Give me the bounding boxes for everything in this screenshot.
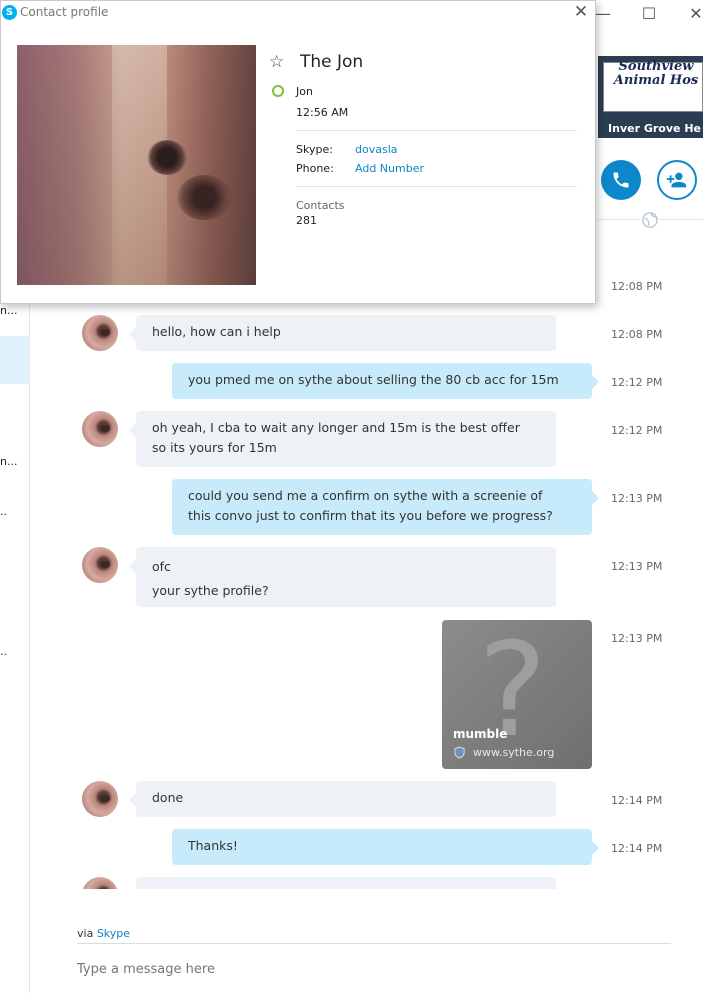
message-timestamp: 12:12 PM bbox=[611, 376, 663, 389]
sidebar-truncated-text[interactable]: n... bbox=[0, 455, 17, 468]
message-text: done bbox=[152, 790, 184, 805]
message-timestamp: 12:13 PM bbox=[611, 492, 663, 505]
outgoing-message[interactable]: could you send me a confirm on sythe wit… bbox=[172, 479, 599, 535]
popup-titlebar[interactable]: S Contact profile ✕ bbox=[1, 1, 595, 25]
contact-display-name: The Jon bbox=[300, 52, 364, 72]
add-number-link[interactable]: Add Number bbox=[355, 162, 424, 175]
outgoing-message[interactable]: you pmed me on sythe about selling the 8… bbox=[172, 363, 599, 399]
skype-id-value[interactable]: dovasla bbox=[355, 143, 398, 156]
close-icon[interactable]: ✕ bbox=[686, 4, 703, 23]
contacts-count[interactable]: 281 bbox=[296, 214, 317, 227]
add-person-icon bbox=[666, 172, 687, 188]
incoming-message-partial[interactable] bbox=[136, 877, 556, 889]
phone-icon bbox=[613, 172, 629, 188]
message-text: ofc bbox=[152, 559, 171, 574]
message-text: hello, how can i help bbox=[152, 324, 281, 339]
question-mark-placeholder-icon: ? bbox=[478, 620, 547, 766]
sidebar-truncated-text[interactable]: n... bbox=[0, 304, 17, 317]
contact-avatar[interactable] bbox=[82, 547, 118, 583]
message-text: oh yeah, I cba to wait any longer and 15… bbox=[152, 420, 520, 455]
message-text: could you send me a confirm on sythe wit… bbox=[188, 488, 553, 523]
ad-title: Southview Animal Hos bbox=[613, 59, 699, 88]
phone-label: Phone: bbox=[296, 162, 334, 175]
via-text: via bbox=[77, 927, 94, 940]
shield-icon bbox=[454, 746, 465, 759]
skype-label: Skype: bbox=[296, 143, 333, 156]
maximize-icon[interactable]: ☐ bbox=[639, 4, 659, 23]
contact-avatar[interactable] bbox=[82, 411, 118, 447]
message-timestamp: 12:08 PM bbox=[611, 280, 663, 293]
message-timestamp: 12:13 PM bbox=[611, 632, 663, 645]
favorite-star-icon[interactable]: ☆ bbox=[269, 52, 284, 72]
ad-footer: Inver Grove He bbox=[608, 122, 701, 135]
call-button[interactable] bbox=[601, 160, 641, 200]
message-text: Thanks! bbox=[188, 838, 238, 853]
message-input[interactable] bbox=[77, 962, 671, 977]
contacts-label: Contacts bbox=[296, 199, 345, 212]
photo-shade bbox=[17, 45, 256, 285]
incoming-message[interactable]: done bbox=[129, 781, 556, 817]
message-timestamp: 12:13 PM bbox=[611, 560, 663, 573]
advertisement-banner[interactable]: Southview Animal Hos Inver Grove He bbox=[598, 56, 703, 138]
profile-photo[interactable] bbox=[17, 45, 256, 285]
contact-local-time: 12:56 AM bbox=[296, 106, 349, 119]
incoming-message[interactable]: ofc your sythe profile? bbox=[129, 547, 556, 607]
link-preview-card[interactable]: ? mumble www.sythe.org bbox=[442, 620, 592, 769]
link-title: mumble bbox=[453, 727, 508, 741]
via-skype-link[interactable]: Skype bbox=[97, 927, 130, 940]
close-icon[interactable]: ✕ bbox=[571, 2, 591, 22]
add-contact-button[interactable] bbox=[657, 160, 697, 200]
globe-icon bbox=[640, 210, 660, 230]
incoming-message[interactable]: hello, how can i help bbox=[129, 315, 556, 351]
message-timestamp: 12:08 PM bbox=[611, 328, 663, 341]
contact-profile-popup: S Contact profile ✕ ☆ The Jon Jon 12:56 … bbox=[0, 0, 596, 304]
message-text: your sythe profile? bbox=[152, 583, 269, 598]
skype-logo-icon: S bbox=[2, 5, 17, 20]
contact-username: Jon bbox=[296, 85, 313, 98]
minimize-icon[interactable]: — bbox=[593, 4, 613, 23]
message-timestamp: 12:14 PM bbox=[611, 794, 663, 807]
message-timestamp: 12:14 PM bbox=[611, 842, 663, 855]
contact-avatar[interactable] bbox=[82, 781, 118, 817]
compose-divider bbox=[77, 943, 671, 944]
message-text: you pmed me on sythe about selling the 8… bbox=[188, 372, 559, 387]
link-url: www.sythe.org bbox=[473, 746, 555, 759]
outgoing-message[interactable]: Thanks! bbox=[172, 829, 599, 865]
selected-conversation-highlight[interactable] bbox=[0, 336, 29, 384]
sidebar-truncated-text[interactable]: .. bbox=[0, 505, 7, 518]
online-status-icon bbox=[272, 85, 284, 97]
contact-avatar[interactable] bbox=[82, 877, 118, 889]
via-label: via Skype bbox=[77, 927, 130, 940]
contact-avatar[interactable] bbox=[82, 315, 118, 351]
popup-title: Contact profile bbox=[20, 5, 109, 19]
incoming-message[interactable]: oh yeah, I cba to wait any longer and 15… bbox=[129, 411, 556, 467]
message-timestamp: 12:12 PM bbox=[611, 424, 663, 437]
divider bbox=[296, 186, 577, 187]
sidebar-truncated-text[interactable]: .. bbox=[0, 645, 7, 658]
divider bbox=[296, 130, 577, 131]
